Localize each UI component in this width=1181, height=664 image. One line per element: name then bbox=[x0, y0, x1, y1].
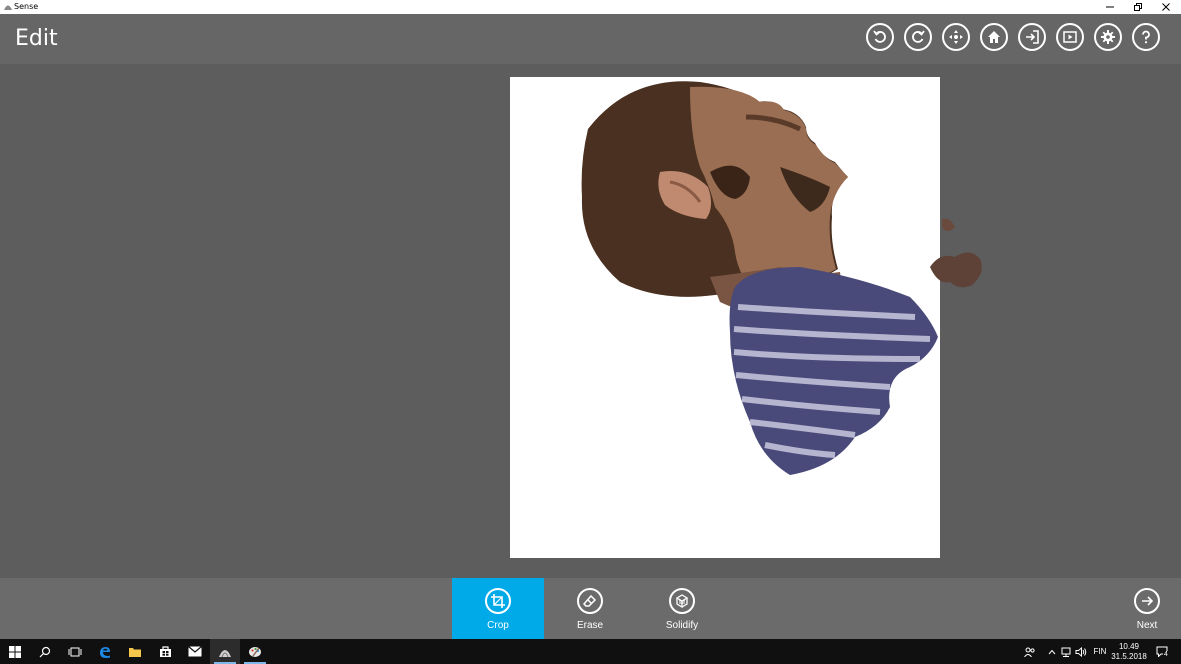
arrow-right-icon bbox=[1134, 588, 1160, 614]
folder-icon bbox=[129, 647, 141, 657]
store-button[interactable] bbox=[150, 639, 180, 664]
search-button[interactable] bbox=[30, 639, 60, 664]
speaker-icon bbox=[1075, 646, 1087, 657]
crop-button[interactable]: Crop bbox=[452, 578, 544, 639]
network-button[interactable] bbox=[1059, 639, 1073, 664]
redo-button[interactable] bbox=[904, 23, 932, 51]
clock-date: 31.5.2018 bbox=[1111, 651, 1147, 661]
edge-button[interactable] bbox=[90, 639, 120, 664]
mail-button[interactable] bbox=[180, 639, 210, 664]
chevron-up-icon bbox=[1048, 649, 1056, 654]
eraser-icon bbox=[577, 588, 603, 614]
solidify-icon bbox=[669, 588, 695, 614]
export-button[interactable] bbox=[1018, 23, 1046, 51]
network-icon bbox=[1061, 647, 1071, 657]
window-title: Sense bbox=[14, 2, 39, 11]
app-header: Edit bbox=[0, 14, 1181, 64]
volume-button[interactable] bbox=[1073, 639, 1089, 664]
export-icon bbox=[1026, 30, 1039, 44]
page-title: Edit bbox=[15, 26, 58, 51]
redo-icon bbox=[912, 30, 925, 43]
crop-label: Crop bbox=[487, 620, 509, 631]
model-canvas[interactable] bbox=[510, 77, 982, 558]
solidify-label: Solidify bbox=[665, 620, 699, 631]
file-explorer-button[interactable] bbox=[120, 639, 150, 664]
help-icon bbox=[1142, 30, 1150, 44]
os-taskbar: FIN 10.49 31.5.2018 4 bbox=[0, 639, 1181, 664]
mail-icon bbox=[188, 646, 202, 657]
sense-app-icon bbox=[219, 649, 231, 657]
minimize-button[interactable] bbox=[1096, 0, 1124, 14]
move-button[interactable] bbox=[942, 23, 970, 51]
restore-icon bbox=[1134, 3, 1142, 11]
start-button[interactable] bbox=[0, 639, 30, 664]
gear-icon bbox=[1101, 30, 1115, 44]
scanned-model-image bbox=[581, 81, 982, 475]
edge-browser-icon bbox=[100, 646, 110, 658]
erase-label: Erase bbox=[576, 620, 604, 631]
workspace bbox=[0, 64, 1181, 578]
windows-logo-icon bbox=[9, 645, 21, 658]
restore-button[interactable] bbox=[1124, 0, 1152, 14]
home-button[interactable] bbox=[980, 23, 1008, 51]
undo-button[interactable] bbox=[866, 23, 894, 51]
input-language-button[interactable]: FIN bbox=[1091, 639, 1109, 664]
home-icon bbox=[988, 31, 1000, 43]
paint-taskbar-button[interactable] bbox=[240, 639, 270, 664]
solidify-button[interactable]: Solidify bbox=[636, 578, 728, 639]
help-button[interactable] bbox=[1132, 23, 1160, 51]
action-center-button[interactable]: 4 bbox=[1152, 639, 1172, 664]
clock[interactable]: 10.49 31.5.2018 bbox=[1111, 639, 1147, 664]
store-bag-icon bbox=[159, 646, 171, 657]
crop-icon bbox=[485, 588, 511, 614]
next-button[interactable]: Next bbox=[1101, 578, 1181, 639]
erase-button[interactable]: Erase bbox=[544, 578, 636, 639]
undo-icon bbox=[873, 30, 886, 43]
play-icon bbox=[1063, 31, 1077, 43]
close-icon bbox=[1162, 3, 1170, 11]
close-button[interactable] bbox=[1152, 0, 1180, 14]
people-icon bbox=[1024, 647, 1035, 657]
clock-time: 10.49 bbox=[1118, 641, 1140, 651]
minimize-icon bbox=[1106, 6, 1114, 8]
people-button[interactable] bbox=[1022, 639, 1038, 664]
settings-button[interactable] bbox=[1094, 23, 1122, 51]
sense-taskbar-button[interactable] bbox=[210, 639, 240, 664]
task-view-button[interactable] bbox=[60, 639, 90, 664]
bottom-toolbar: Crop Erase Solidify Next bbox=[0, 578, 1181, 639]
task-view-icon bbox=[68, 647, 82, 656]
play-button[interactable] bbox=[1056, 23, 1084, 51]
window-titlebar: Sense bbox=[0, 0, 1181, 14]
move-icon bbox=[949, 30, 963, 44]
search-icon bbox=[39, 646, 51, 657]
notification-count-badge: 4 bbox=[1163, 651, 1169, 658]
next-label: Next bbox=[1136, 620, 1158, 631]
show-hidden-icons-button[interactable] bbox=[1045, 639, 1059, 664]
paint-palette-icon bbox=[249, 646, 261, 657]
sense-app-icon bbox=[4, 5, 12, 10]
